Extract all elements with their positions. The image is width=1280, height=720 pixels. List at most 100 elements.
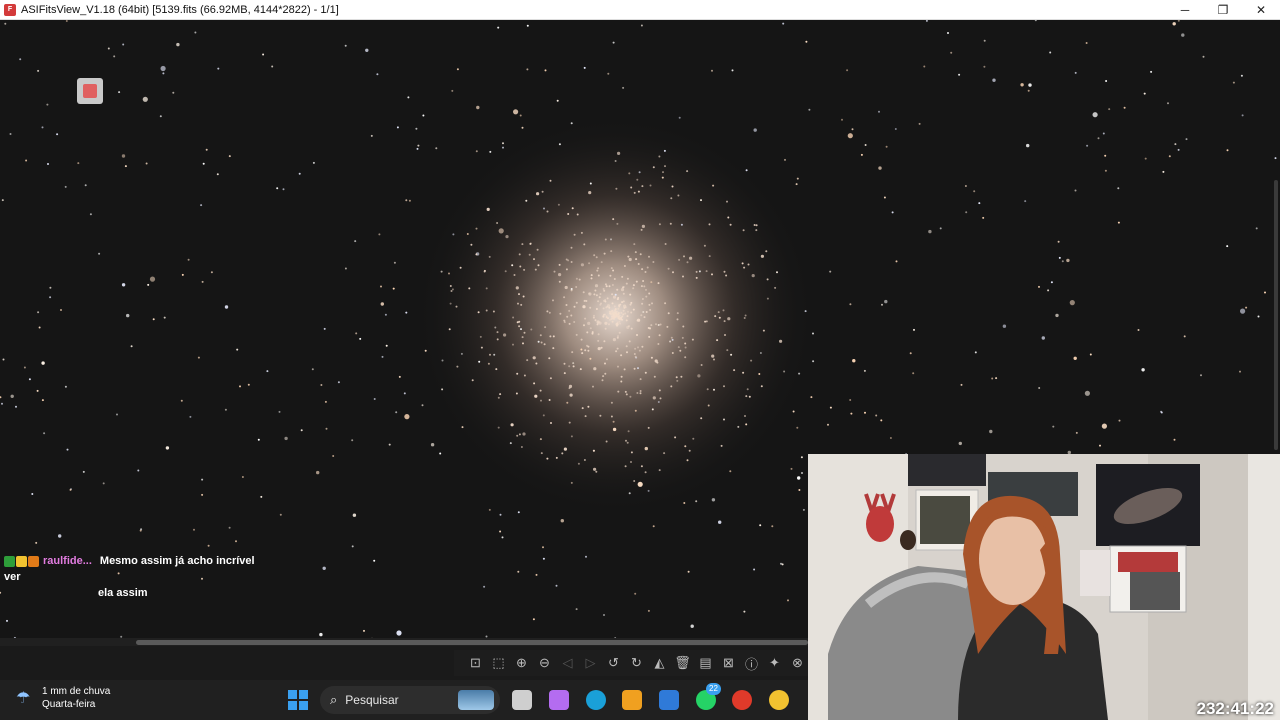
star (539, 438, 542, 441)
star (795, 183, 798, 186)
cluster-star (669, 222, 672, 225)
histogram-icon[interactable]: ◭ (650, 654, 669, 673)
next-icon[interactable]: ▷ (581, 654, 600, 673)
store-icon[interactable] (622, 690, 642, 710)
star (526, 24, 529, 27)
delete-icon[interactable]: 🗑 (673, 654, 692, 673)
minimize-button[interactable]: ─ (1166, 0, 1204, 19)
close-button[interactable]: ✕ (1242, 0, 1280, 19)
webcam-overlay (808, 454, 1280, 720)
cluster-star (677, 346, 680, 349)
actual-size-icon[interactable]: ⬚ (489, 654, 508, 673)
star (1108, 108, 1111, 111)
vertical-scrollbar[interactable] (1274, 180, 1278, 450)
taskbar-search[interactable]: ⌕ Pesquisar (320, 686, 500, 714)
star (923, 65, 926, 68)
star (829, 270, 832, 273)
star (37, 311, 40, 314)
weather-widget[interactable]: ☂ 1 mm de chuva Quarta-feira (16, 685, 110, 711)
maximize-button[interactable]: ❐ (1204, 0, 1242, 19)
cluster-star (724, 334, 726, 336)
star (376, 73, 379, 76)
star (827, 423, 829, 426)
star (544, 69, 547, 72)
cluster-star (471, 379, 474, 382)
chat-text-continued: ela assim (98, 587, 148, 599)
scrollbar-thumb[interactable] (136, 640, 808, 645)
cluster-star (569, 393, 573, 397)
cluster-star (641, 224, 646, 228)
cluster-star (570, 435, 573, 438)
overlay-widget-icon[interactable] (77, 78, 103, 104)
star (782, 22, 785, 25)
cluster-star (449, 302, 452, 305)
star (804, 310, 807, 313)
star (312, 161, 315, 164)
crop-icon[interactable]: ⊠ (719, 654, 738, 673)
cluster-star (521, 243, 524, 246)
cluster-star (620, 354, 623, 357)
star (324, 400, 327, 403)
cluster-star (583, 324, 585, 327)
opera-icon[interactable] (732, 690, 752, 710)
star (56, 133, 59, 136)
star (1105, 80, 1108, 82)
cluster-star (605, 306, 608, 309)
star (852, 359, 856, 363)
cluster-star (593, 254, 596, 257)
cluster-star (546, 457, 549, 460)
star (783, 370, 786, 373)
star (1102, 132, 1105, 135)
star (603, 614, 605, 616)
app-box-icon[interactable] (659, 690, 679, 710)
star (737, 425, 740, 428)
cluster-star (596, 323, 599, 326)
rotate-left-icon[interactable]: ↺ (604, 654, 623, 673)
cluster-star (682, 325, 685, 328)
fit-icon[interactable]: ⊡ (466, 654, 485, 673)
cluster-star (593, 314, 595, 317)
cluster-star (600, 346, 603, 349)
cluster-star (676, 379, 679, 382)
cluster-star (617, 307, 620, 310)
cluster-star (617, 335, 619, 338)
cluster-star (584, 317, 587, 320)
previous-icon[interactable]: ◁ (558, 654, 577, 673)
star (743, 610, 746, 613)
star-detect-icon[interactable]: ✦ (765, 654, 784, 673)
zoom-out-icon[interactable]: ⊖ (535, 654, 554, 673)
star (487, 362, 490, 365)
star (878, 110, 880, 113)
chrome-icon[interactable] (769, 690, 789, 710)
star (395, 411, 398, 414)
cluster-star (705, 320, 708, 323)
star (201, 478, 204, 481)
cluster-star (540, 341, 543, 344)
badge-icon (4, 555, 15, 567)
cluster-star (546, 310, 549, 313)
cluster-star (602, 375, 605, 378)
rotate-right-icon[interactable]: ↻ (627, 654, 646, 673)
star (1024, 200, 1027, 203)
cluster-star (608, 306, 611, 309)
star (1264, 291, 1266, 294)
cluster-star (604, 327, 607, 330)
save-icon[interactable]: ▤ (696, 654, 715, 673)
info-icon[interactable]: ⓘ (742, 654, 761, 673)
windows-start-icon[interactable] (288, 690, 308, 710)
crosshair-icon[interactable]: ⊗ (788, 654, 807, 673)
cluster-star (549, 335, 552, 338)
cluster-star (632, 284, 635, 287)
star (451, 89, 454, 92)
cluster-star (609, 312, 612, 315)
chat-message: raulfide... Mesmo assim já acho incrível … (4, 553, 274, 601)
star (344, 44, 347, 47)
star (537, 340, 540, 343)
star (1141, 368, 1145, 372)
cluster-star (612, 295, 617, 299)
edge-icon[interactable] (586, 690, 606, 710)
star (647, 609, 650, 612)
copilot-icon[interactable] (549, 690, 569, 710)
task-view-icon[interactable] (512, 690, 532, 710)
zoom-in-icon[interactable]: ⊕ (512, 654, 531, 673)
